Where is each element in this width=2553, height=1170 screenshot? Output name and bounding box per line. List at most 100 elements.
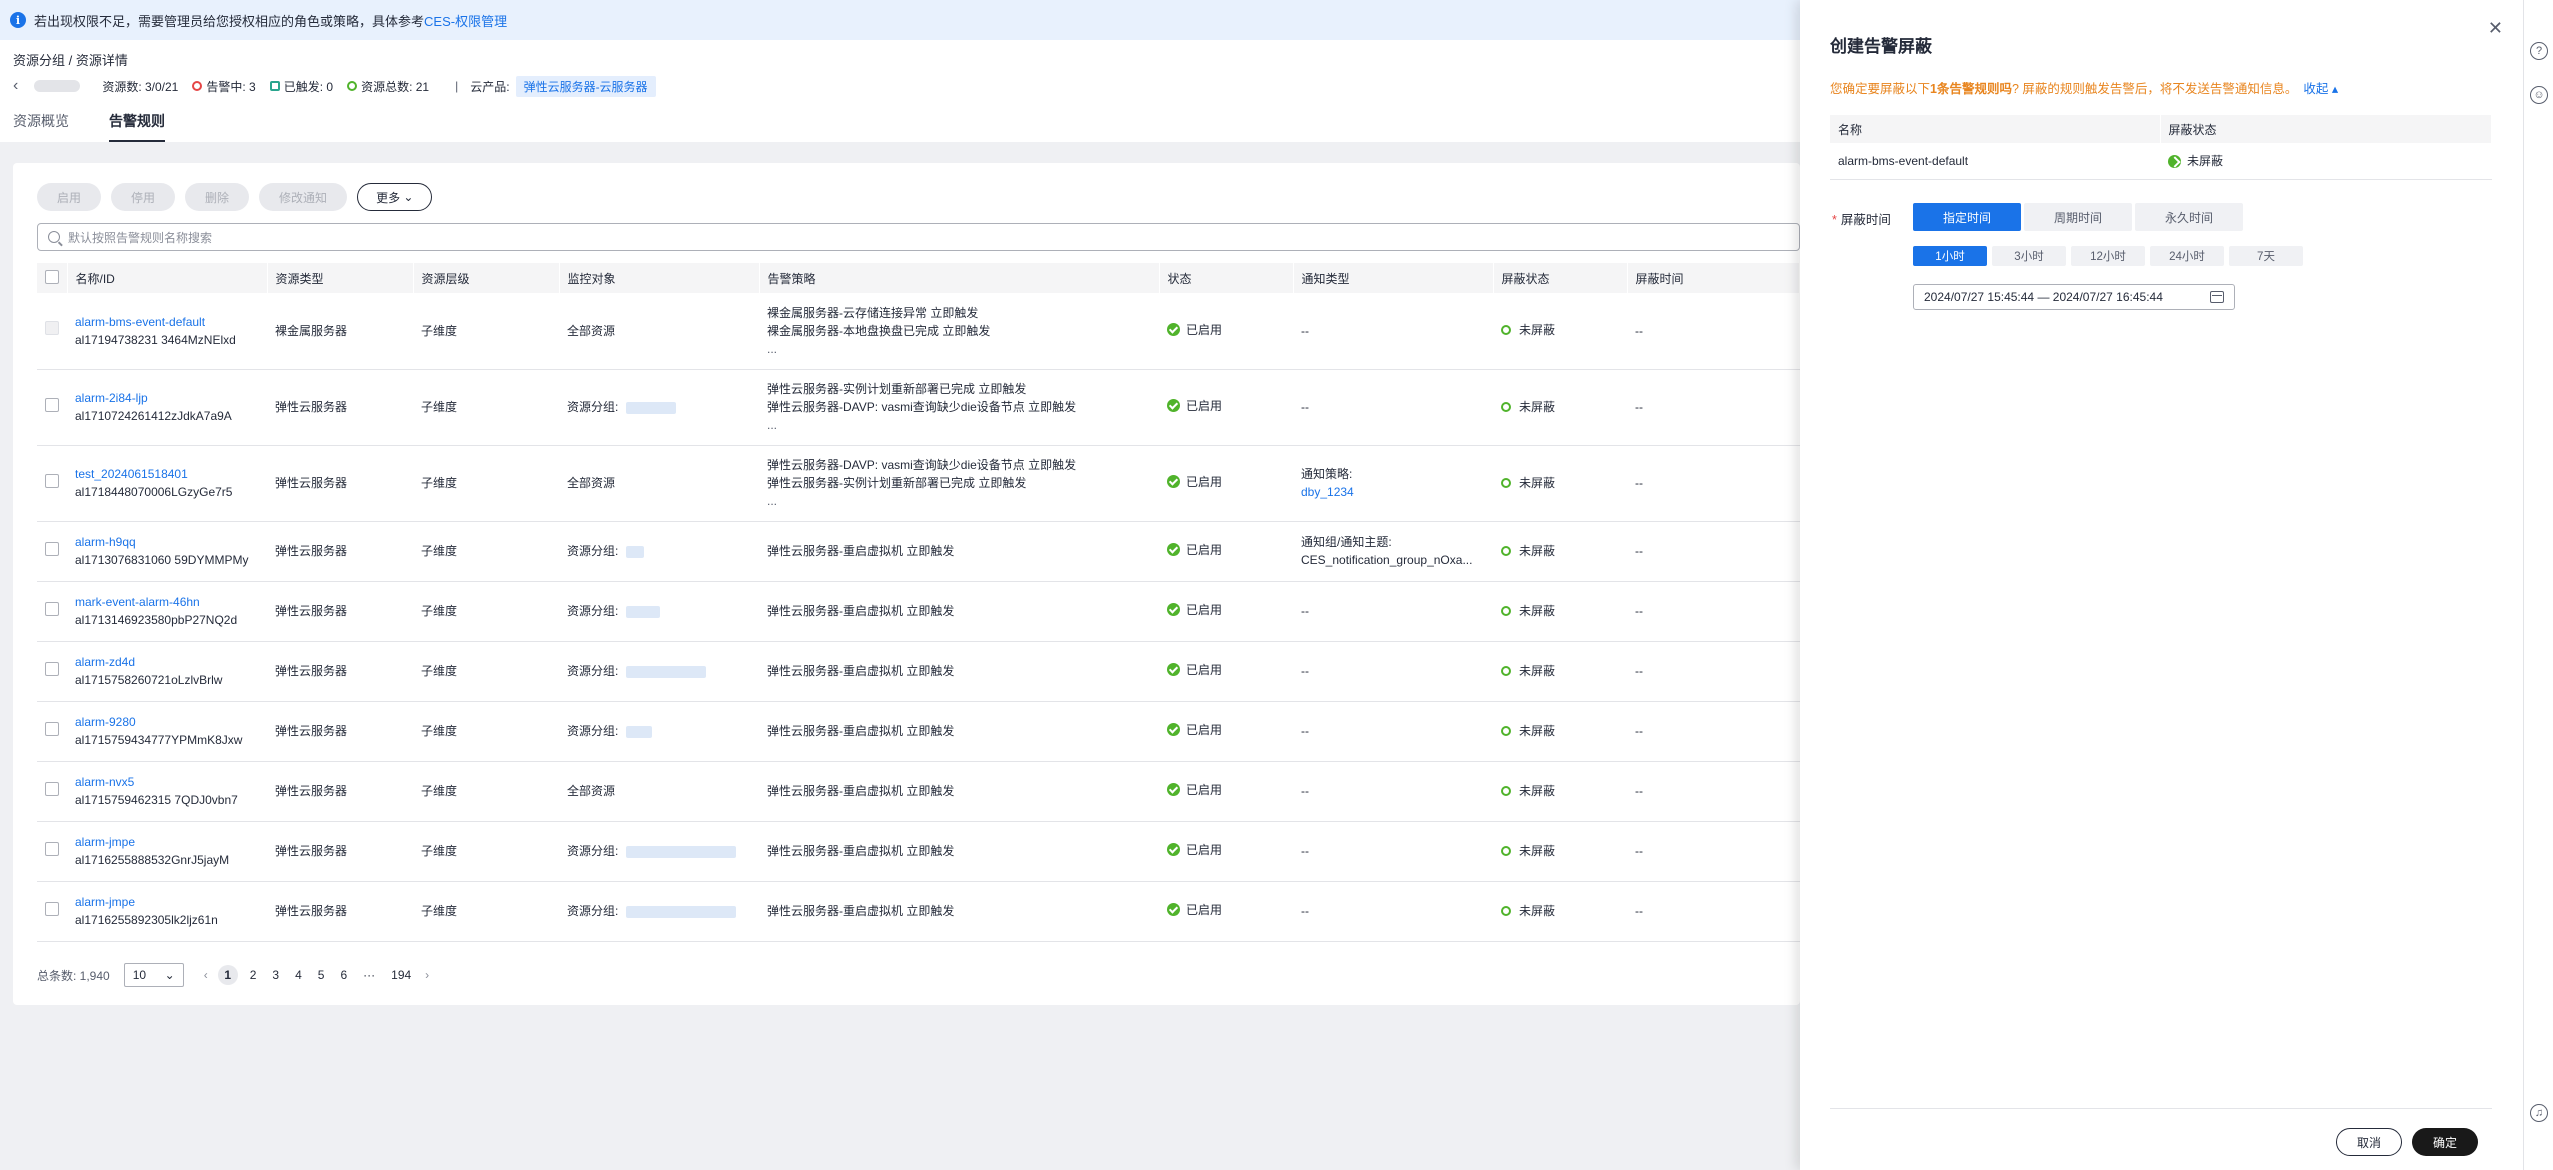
back-arrow-icon[interactable]: ‹ [13, 77, 18, 95]
notice-link[interactable]: CES-权限管理 [424, 11, 507, 30]
delete-button[interactable]: 删除 [185, 183, 250, 211]
mode-periodic-time[interactable]: 周期时间 [2024, 203, 2132, 231]
table-row[interactable]: test_2024061518401 al1718448070006LGzyGe7… [37, 445, 1800, 522]
cell-mask-status: 未屏蔽 [2160, 143, 2492, 180]
row-checkbox[interactable] [45, 841, 59, 856]
duration-1h[interactable]: 1小时 [1913, 246, 1987, 266]
more-button[interactable]: 更多 ⌄ [357, 183, 433, 211]
row-checkbox[interactable] [45, 473, 59, 488]
cell-object: 资源分组: [559, 821, 759, 882]
rule-name-link[interactable]: alarm-nvx5 [75, 773, 267, 791]
table-row[interactable]: alarm-bms-event-default al17194738231 346… [37, 293, 1800, 370]
table-row[interactable]: mark-event-alarm-46hn al1713146923580pbP2… [37, 581, 1800, 642]
page-6[interactable]: 6 [340, 968, 347, 982]
alarm-status-icon [192, 81, 203, 91]
row-checkbox-cell [37, 521, 67, 582]
col-status: 状态 [1159, 263, 1294, 293]
duration-3h[interactable]: 3小时 [1992, 246, 2066, 266]
col-notify: 通知类型 [1293, 263, 1494, 293]
cell-object: 资源分组: [559, 521, 759, 582]
customer-service-icon[interactable]: ♫ [2530, 1104, 2548, 1122]
rule-name-link[interactable]: alarm-jmpe [75, 893, 267, 911]
cell-policy: 弹性云服务器-重启虚拟机 立即触发 [759, 761, 1159, 822]
cell-object: 全部资源 [559, 293, 759, 370]
duration-12h[interactable]: 12小时 [2071, 246, 2145, 266]
table-row[interactable]: alarm-h9qq al1713076831060 59DYMMPMy 弹性云服… [37, 521, 1800, 582]
row-checkbox[interactable] [45, 601, 59, 616]
rule-name-link[interactable]: alarm-2i84-ljp [75, 389, 267, 407]
cancel-button[interactable]: 取消 [2336, 1128, 2402, 1156]
cell-notify: -- [1293, 581, 1493, 642]
col-level: 资源层级 [413, 263, 560, 293]
duration-7d[interactable]: 7天 [2229, 246, 2303, 266]
disable-button[interactable]: 停用 [111, 183, 176, 211]
next-page-icon[interactable]: › [425, 968, 429, 982]
cell-notify: -- [1293, 293, 1493, 370]
cell-status: 已启用 [1159, 761, 1293, 822]
rule-name-link[interactable]: alarm-jmpe [75, 833, 267, 851]
redacted-group [625, 905, 736, 918]
page-5[interactable]: 5 [318, 968, 325, 982]
cell-notify: 通知策略: dby_1234 [1293, 445, 1493, 522]
mode-specified-time[interactable]: 指定时间 [1913, 203, 2021, 231]
table-row[interactable]: alarm-jmpe al1716255892305lk2ljz61n 弹性云服务… [37, 881, 1800, 942]
tab-alarm-rules[interactable]: 告警规则 [109, 110, 165, 142]
page-size-select[interactable]: 10 ⌄ [123, 963, 184, 987]
help-icon[interactable]: ? [2530, 42, 2548, 60]
col-name: 名称 [1830, 115, 2161, 143]
page-1[interactable]: 1 [217, 965, 238, 985]
modify-notify-button[interactable]: 修改通知 [259, 183, 348, 211]
rule-name-link[interactable]: mark-event-alarm-46hn [75, 593, 267, 611]
row-checkbox[interactable] [45, 781, 59, 796]
col-mask-status: 屏蔽状态 [1493, 263, 1628, 293]
row-checkbox[interactable] [45, 661, 59, 676]
page-2[interactable]: 2 [250, 968, 257, 982]
row-checkbox[interactable] [45, 901, 59, 916]
row-checkbox[interactable] [45, 721, 59, 736]
rule-name-link[interactable]: alarm-zd4d [75, 653, 267, 671]
redacted-group [625, 545, 644, 558]
rule-name-link[interactable]: alarm-bms-event-default [75, 313, 267, 331]
close-icon[interactable]: ✕ [2488, 18, 2503, 39]
page-3[interactable]: 3 [272, 968, 279, 982]
feedback-smile-icon[interactable]: ☺ [2530, 86, 2548, 104]
redacted-group [625, 725, 652, 738]
select-all-checkbox[interactable] [45, 269, 59, 284]
cell-policy: 弹性云服务器-重启虚拟机 立即触发 [759, 581, 1159, 642]
col-mask-status: 屏蔽状态 [2160, 115, 2492, 143]
row-checkbox[interactable] [45, 397, 59, 412]
table-row[interactable]: alarm-jmpe al1716255888532GnrJ5jayM 弹性云服务… [37, 821, 1800, 882]
table-row[interactable]: alarm-nvx5 al1715759462315 7QDJ0vbn7 弹性云服… [37, 761, 1800, 822]
prev-page-icon[interactable]: ‹ [204, 968, 208, 982]
duration-24h[interactable]: 24小时 [2150, 246, 2224, 266]
rule-name-link[interactable]: test_2024061518401 [75, 465, 267, 483]
table-row[interactable]: alarm-2i84-ljp al1710724261412zJdkA7a9A 弹… [37, 369, 1800, 446]
cell-mask-time: -- [1627, 521, 1800, 582]
cell-name: alarm-bms-event-default [1830, 143, 2160, 180]
date-range-picker[interactable]: 2024/07/27 15:45:44 — 2024/07/27 16:45:4… [1913, 284, 2235, 310]
search-input[interactable]: 默认按照告警规则名称搜索 [37, 223, 1800, 251]
page-194[interactable]: 194 [391, 968, 411, 982]
cell-policy: 裸金属服务器-云存储连接异常 立即触发 裸金属服务器-本地盘换盘已完成 立即触发.… [759, 293, 1159, 370]
rule-id: al1715758260721oLzlvBrlw [75, 673, 223, 687]
notify-policy-link[interactable]: dby_1234 [1301, 483, 1493, 501]
table-row[interactable]: alarm-zd4d al1715758260721oLzlvBrlw 弹性云服务… [37, 641, 1800, 702]
mode-permanent-time[interactable]: 永久时间 [2135, 203, 2243, 231]
page-ellipsis[interactable]: ··· [363, 968, 375, 982]
cell-status: 已启用 [1159, 369, 1293, 446]
confirm-button[interactable]: 确定 [2412, 1128, 2478, 1156]
ok-status-icon [347, 81, 358, 91]
collapse-toggle[interactable]: 收起 ▴ [2303, 82, 2338, 96]
cell-name: alarm-h9qq al1713076831060 59DYMMPMy [67, 521, 267, 582]
row-checkbox[interactable] [45, 541, 59, 556]
table-row[interactable]: alarm-9280 al1715759434777YPMmK8Jxw 弹性云服务… [37, 701, 1800, 762]
breadcrumb: 资源分组 / 资源详情 [13, 53, 128, 68]
tab-overview[interactable]: 资源概览 [13, 110, 69, 142]
page-4[interactable]: 4 [295, 968, 302, 982]
rule-name-link[interactable]: alarm-9280 [75, 713, 267, 731]
info-icon: i [10, 12, 26, 28]
enable-button[interactable]: 启用 [37, 183, 102, 211]
unmasked-icon [1501, 605, 1511, 616]
alarming-count: 告警中: 3 [192, 78, 256, 95]
rule-name-link[interactable]: alarm-h9qq [75, 533, 267, 551]
